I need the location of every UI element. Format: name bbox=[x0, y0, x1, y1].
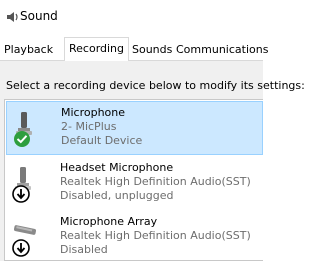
down-arrow-icon bbox=[12, 185, 30, 203]
recording-panel: Select a recording device below to modif… bbox=[0, 61, 305, 261]
down-arrow-icon bbox=[12, 239, 30, 257]
tab-communications[interactable]: Communications bbox=[172, 41, 272, 61]
device-status: Disabled, unplugged bbox=[60, 189, 174, 202]
device-list[interactable]: Microphone 2- MicPlus Default Device Hea… bbox=[4, 99, 263, 261]
title-bar: Sound bbox=[0, 0, 263, 34]
device-status: Disabled bbox=[60, 243, 108, 256]
tab-sounds[interactable]: Sounds bbox=[128, 41, 176, 61]
device-name: Microphone bbox=[61, 106, 126, 119]
window-title: Sound bbox=[20, 9, 58, 23]
check-icon bbox=[14, 131, 30, 147]
device-subtitle: 2- MicPlus bbox=[61, 120, 117, 133]
tab-strip: Playback Recording Sounds Communications bbox=[0, 34, 268, 62]
device-subtitle: Realtek High Definition Audio(SST) bbox=[60, 229, 251, 242]
device-status: Default Device bbox=[61, 134, 143, 147]
device-item-headset-microphone[interactable]: Headset Microphone Realtek High Definiti… bbox=[6, 157, 263, 211]
speaker-icon bbox=[7, 12, 18, 22]
device-name: Microphone Array bbox=[60, 215, 158, 228]
device-item-microphone-array[interactable]: Microphone Array Realtek High Definition… bbox=[6, 211, 263, 260]
device-name: Headset Microphone bbox=[60, 161, 174, 174]
device-subtitle: Realtek High Definition Audio(SST) bbox=[60, 175, 251, 188]
tab-playback[interactable]: Playback bbox=[0, 41, 57, 61]
instruction-text: Select a recording device below to modif… bbox=[6, 79, 305, 92]
device-item-microphone[interactable]: Microphone 2- MicPlus Default Device bbox=[6, 101, 263, 155]
tab-recording[interactable]: Recording bbox=[64, 37, 130, 62]
